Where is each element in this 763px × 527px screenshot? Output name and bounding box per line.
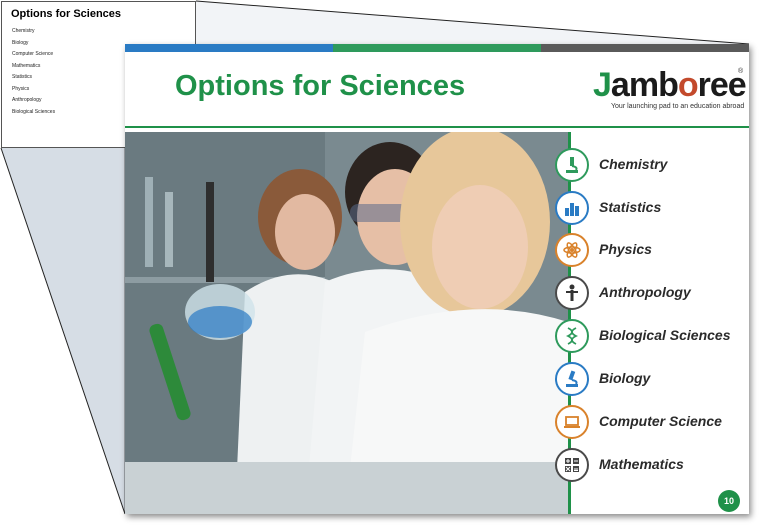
topic-biological-sciences[interactable]: Biological Sciences — [555, 319, 745, 357]
outline-item: Biological Sciences — [12, 108, 56, 115]
dna-icon — [555, 319, 589, 353]
calculator-icon — [555, 448, 589, 482]
outline-item: Physics — [12, 85, 30, 92]
logo-wordmark: Jamboree — [593, 66, 747, 104]
topic-label: Statistics — [599, 199, 662, 215]
topic-anthropology[interactable]: Anthropology — [555, 276, 745, 314]
outline-item: Computer Science — [12, 51, 54, 57]
topic-label: Biological Sciences — [599, 327, 731, 343]
outline-item: Statistics — [12, 74, 33, 80]
microscope-icon — [555, 148, 589, 182]
person-icon — [555, 276, 589, 310]
topic-physics[interactable]: Physics — [555, 233, 745, 271]
atom-icon — [555, 233, 589, 267]
outline-item: Chemistry — [12, 28, 35, 34]
top-bar-blue — [125, 44, 333, 52]
top-bar-green — [333, 44, 541, 52]
logo-tagline: Your launching pad to an education abroa… — [611, 103, 745, 110]
topic-chemistry[interactable]: Chemistry — [555, 148, 745, 186]
topic-label: Computer Science — [599, 413, 722, 429]
bar-chart-icon — [555, 191, 589, 225]
microscope-icon — [555, 362, 589, 396]
topic-label: Anthropology — [599, 284, 691, 300]
topic-mathematics[interactable]: Mathematics — [555, 448, 745, 486]
title-divider — [125, 126, 749, 128]
topic-statistics[interactable]: Statistics — [555, 191, 745, 229]
topic-label: Chemistry — [599, 156, 668, 172]
scientists-photo — [125, 132, 568, 514]
jamboree-logo: Jamboree ® Your launching pad to an educ… — [593, 66, 747, 116]
outline-item: Biology — [12, 39, 29, 46]
outline-item: Mathematics — [12, 62, 41, 69]
logo-registered: ® — [738, 68, 744, 75]
laptop-icon — [555, 405, 589, 439]
topic-label: Biology — [599, 370, 651, 386]
slide-top-bar — [125, 44, 749, 52]
topic-biology[interactable]: Biology — [555, 362, 745, 400]
topic-computer-science[interactable]: Computer Science — [555, 405, 745, 443]
top-bar-gray — [541, 44, 749, 52]
topic-label: Mathematics — [599, 456, 684, 472]
topic-label: Physics — [599, 241, 652, 257]
page-number-badge: 10 — [718, 490, 740, 512]
outline-title: Options for Sciences — [11, 8, 122, 20]
slide-title: Options for Sciences — [175, 70, 466, 102]
outline-item: Anthropology — [12, 97, 42, 103]
slide[interactable]: Options for Sciences Jamboree ® Your lau… — [125, 44, 749, 514]
outline-list: Chemistry Biology Computer Science Mathe… — [12, 26, 55, 118]
